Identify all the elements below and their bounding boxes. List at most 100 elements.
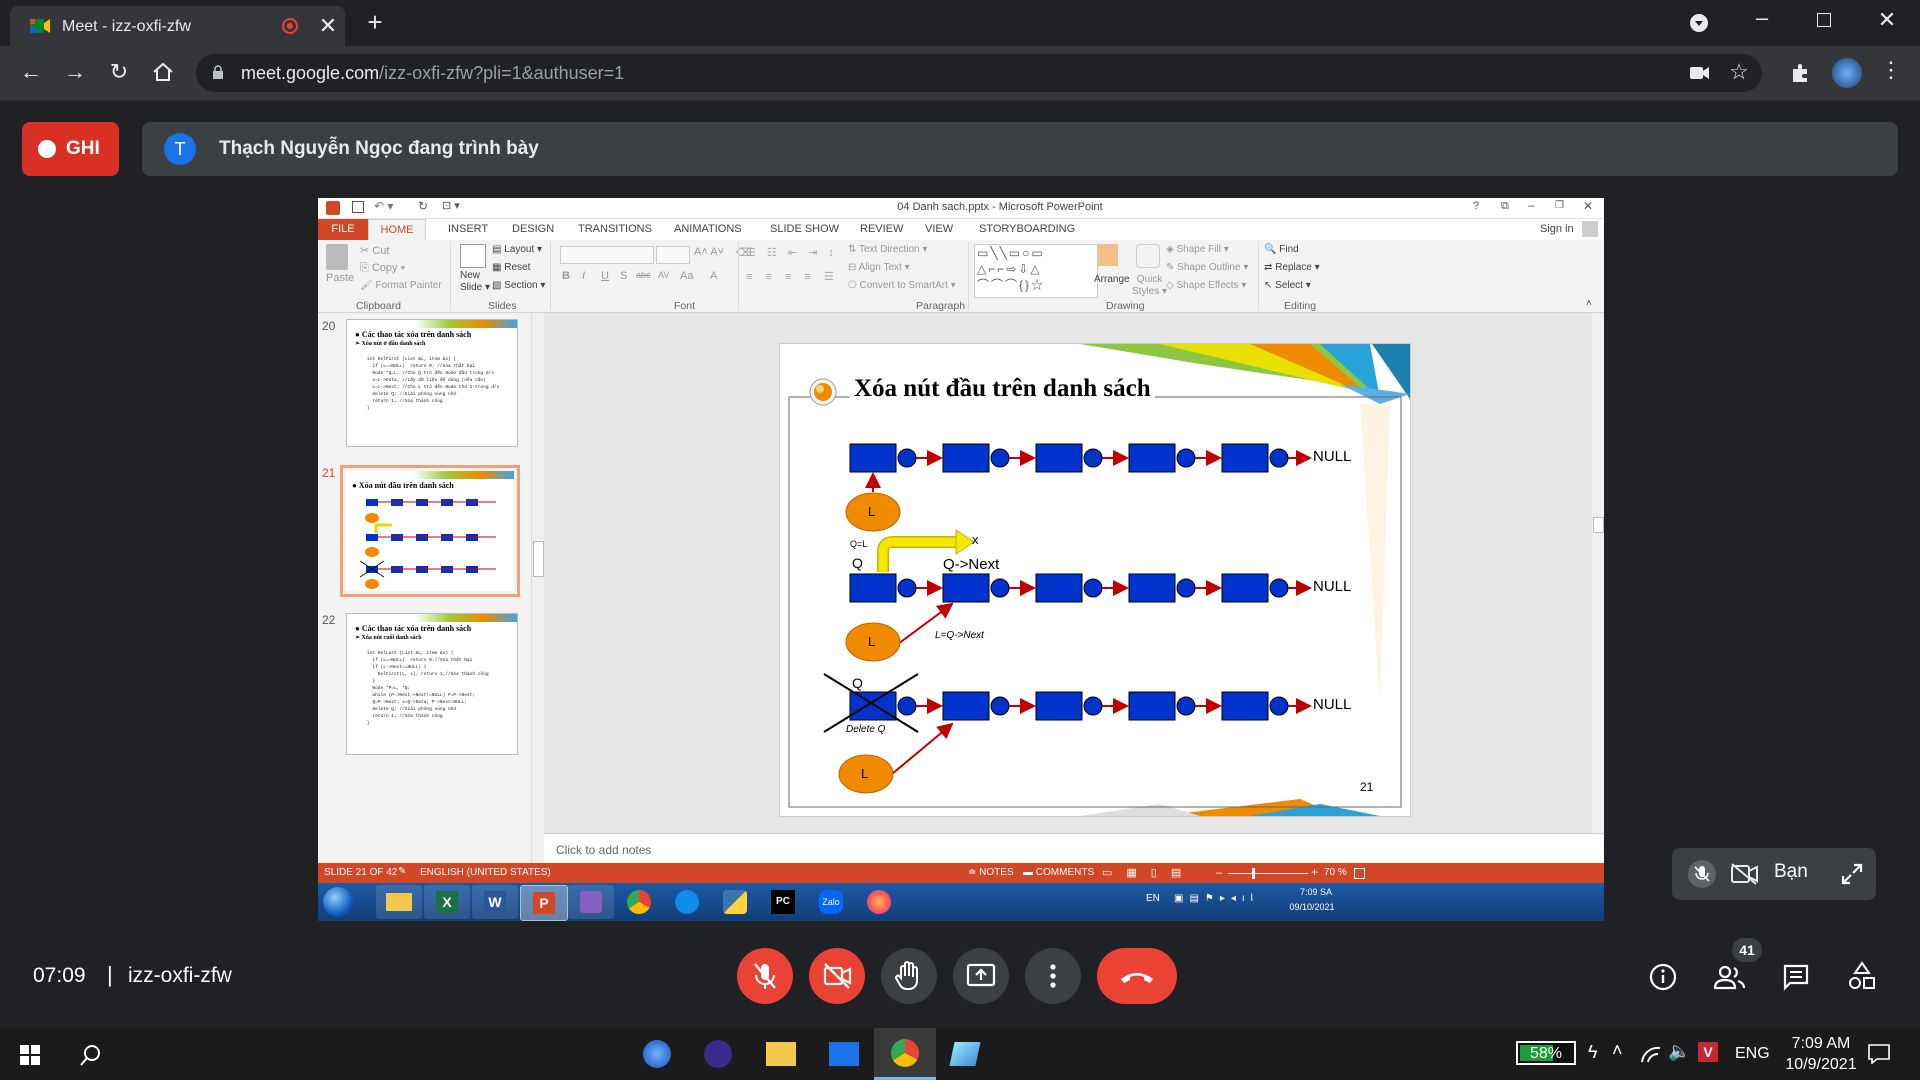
notes-pane[interactable]: Click to add notes: [544, 833, 1604, 864]
clock-time[interactable]: 7:09 AM: [1776, 1035, 1866, 1053]
shape-fill-button[interactable]: ◈ Shape Fill ▾: [1166, 244, 1229, 255]
present-now-button[interactable]: [953, 948, 1009, 1004]
tab-view[interactable]: VIEW: [925, 223, 953, 235]
camera-blocked-icon[interactable]: [1690, 66, 1710, 80]
bold-button[interactable]: B: [562, 270, 570, 282]
ppt-help[interactable]: ?: [1473, 200, 1479, 212]
zalo-taskbar-icon[interactable]: Zalo: [808, 885, 854, 919]
underline-button[interactable]: U: [601, 270, 609, 282]
convert-smartart-button[interactable]: ⎔ Convert to SmartArt ▾: [848, 280, 956, 291]
antivirus-icon[interactable]: V: [1698, 1042, 1718, 1062]
expand-icon[interactable]: [1840, 862, 1864, 886]
tab-insert[interactable]: INSERT: [448, 223, 488, 235]
find-button[interactable]: 🔍 Find: [1264, 244, 1299, 255]
collapse-ribbon-icon[interactable]: ˄: [1586, 298, 1592, 309]
chrome-taskbar-icon[interactable]: [616, 885, 662, 919]
battery-indicator[interactable]: 58%: [1516, 1041, 1576, 1065]
italic-button[interactable]: I: [582, 270, 585, 282]
firefox-taskbar-icon[interactable]: [856, 885, 902, 919]
start-slideshow-icon[interactable]: ⊡ ▾: [442, 199, 460, 212]
font-name-combo[interactable]: [560, 246, 654, 264]
comments-button[interactable]: ▬ COMMENTS: [1023, 867, 1094, 878]
slide-thumbnail-21[interactable]: ● Xóa nút đầu trên danh sách: [346, 471, 514, 591]
shadow-button[interactable]: S: [620, 270, 627, 282]
copy-button[interactable]: ⎘ Copy ▾: [360, 262, 405, 275]
remote-input-language[interactable]: EN: [1146, 893, 1160, 904]
reload-icon[interactable]: ↻: [106, 60, 132, 84]
tab-design[interactable]: DESIGN: [512, 223, 554, 235]
align-buttons[interactable]: ≡ ≡ ≡ ≡ ☰: [746, 270, 839, 283]
teamviewer-taskbar-icon[interactable]: [664, 885, 710, 919]
powerpoint-taskbar-icon[interactable]: P: [520, 885, 568, 921]
language-status[interactable]: ENGLISH (UNITED STATES): [420, 867, 551, 878]
activities-icon[interactable]: [1847, 960, 1877, 992]
new-slide-icon[interactable]: [460, 244, 486, 268]
chrome-taskbar-active[interactable]: [874, 1028, 936, 1080]
people-icon[interactable]: [1712, 962, 1746, 992]
forward-icon[interactable]: →: [62, 60, 88, 84]
arrange-icon[interactable]: [1098, 244, 1118, 266]
python-taskbar-icon[interactable]: [712, 885, 758, 919]
sign-in-link[interactable]: Sign in: [1540, 223, 1574, 235]
address-bar[interactable]: meet.google.com/izz-oxfi-zfw?pli=1&authu…: [196, 54, 1762, 92]
self-view-tile[interactable]: Bạn: [1672, 848, 1876, 900]
raise-hand-button[interactable]: [881, 948, 937, 1004]
list-buttons[interactable]: ☰ ☷ ⇤ ⇥ ↕: [746, 246, 838, 259]
wifi-icon[interactable]: [1640, 1044, 1662, 1064]
strikethrough-button[interactable]: abc: [636, 270, 651, 280]
slide-scrollbar[interactable]: [1592, 313, 1604, 833]
new-slide-button[interactable]: New Slide ▾: [460, 270, 490, 294]
spellcheck-icon[interactable]: ✎: [398, 866, 406, 877]
slide-thumbnail-20[interactable]: ● Các thao tác xóa trên danh sách ➢ Xóa …: [346, 319, 518, 447]
browser-tab[interactable]: Meet - izz-oxfi-zfw ✕: [10, 6, 345, 46]
char-spacing-button[interactable]: AV: [658, 270, 669, 280]
shapes-gallery[interactable]: ▭╲╲▭○▭ △⌐⌐⇨⇩△ ⌒⌒⌒{}☆: [974, 244, 1098, 298]
app-notes-icon[interactable]: [949, 1042, 981, 1066]
notifications-icon[interactable]: [1868, 1044, 1890, 1064]
undo-icon[interactable]: ↶ ▾: [374, 199, 393, 213]
quick-styles-icon[interactable]: [1136, 244, 1160, 268]
text-direction-button[interactable]: ⇅ Text Direction ▾: [848, 244, 927, 255]
change-case-button[interactable]: Aa: [680, 270, 693, 282]
repeat-icon[interactable]: ↻: [418, 199, 428, 213]
save-icon[interactable]: [352, 201, 364, 213]
file-explorer-icon[interactable]: [766, 1042, 796, 1066]
align-text-button[interactable]: ⊟ Align Text ▾: [848, 262, 910, 273]
zoom-level[interactable]: 70 %: [1324, 867, 1347, 878]
chrome-menu-icon[interactable]: ⋮: [1880, 58, 1902, 82]
slide-thumbnail-22[interactable]: ● Các thao tác xóa trên danh sách ➢ Xóa …: [346, 613, 518, 755]
tab-storyboarding[interactable]: STORYBOARDING: [979, 223, 1075, 235]
home-icon[interactable]: [152, 62, 174, 82]
search-icon[interactable]: [80, 1044, 102, 1066]
visual-studio-taskbar-icon[interactable]: [568, 885, 614, 919]
bookmark-star-icon[interactable]: ☆: [1726, 60, 1752, 84]
profile-avatar[interactable]: [1832, 58, 1862, 88]
back-icon[interactable]: ←: [18, 60, 44, 84]
layout-button[interactable]: ▤ Layout ▾: [492, 244, 542, 255]
tab-transitions[interactable]: TRANSITIONS: [578, 223, 652, 235]
close-window-icon[interactable]: ✕: [1875, 8, 1899, 32]
zoom-slider[interactable]: [1228, 873, 1308, 874]
windows-start-icon[interactable]: [20, 1045, 40, 1065]
input-language[interactable]: ENG: [1735, 1045, 1770, 1063]
restore-window-icon[interactable]: [1817, 13, 1831, 27]
ppt-close-icon[interactable]: ✕: [1583, 199, 1593, 213]
tray-chevron-icon[interactable]: ˄: [1612, 1040, 1623, 1061]
quick-styles-button[interactable]: Quick Styles ▾: [1132, 274, 1167, 298]
arrange-button[interactable]: Arrange: [1094, 274, 1130, 285]
explorer-taskbar-icon[interactable]: [376, 885, 422, 919]
remote-tray-icons[interactable]: ▣▤⚑▸◂ıl: [1174, 893, 1259, 904]
ppt-restore-icon[interactable]: ❐: [1555, 200, 1564, 211]
tab-file[interactable]: FILE: [318, 219, 368, 240]
font-size-combo[interactable]: [656, 246, 690, 264]
tab-search-icon[interactable]: [1690, 14, 1708, 32]
shape-outline-button[interactable]: ✎ Shape Outline ▾: [1166, 262, 1248, 273]
fit-slide-icon[interactable]: [1354, 868, 1365, 879]
volume-icon[interactable]: 🔈: [1668, 1041, 1690, 1062]
leave-call-button[interactable]: [1097, 948, 1177, 1004]
new-tab-icon[interactable]: +: [360, 9, 390, 35]
app-moon-icon[interactable]: [704, 1040, 732, 1068]
zoom-thumb[interactable]: [1252, 868, 1255, 879]
app-power-icon[interactable]: [643, 1040, 671, 1068]
view-buttons[interactable]: ▭▦▯▤: [1102, 866, 1195, 879]
